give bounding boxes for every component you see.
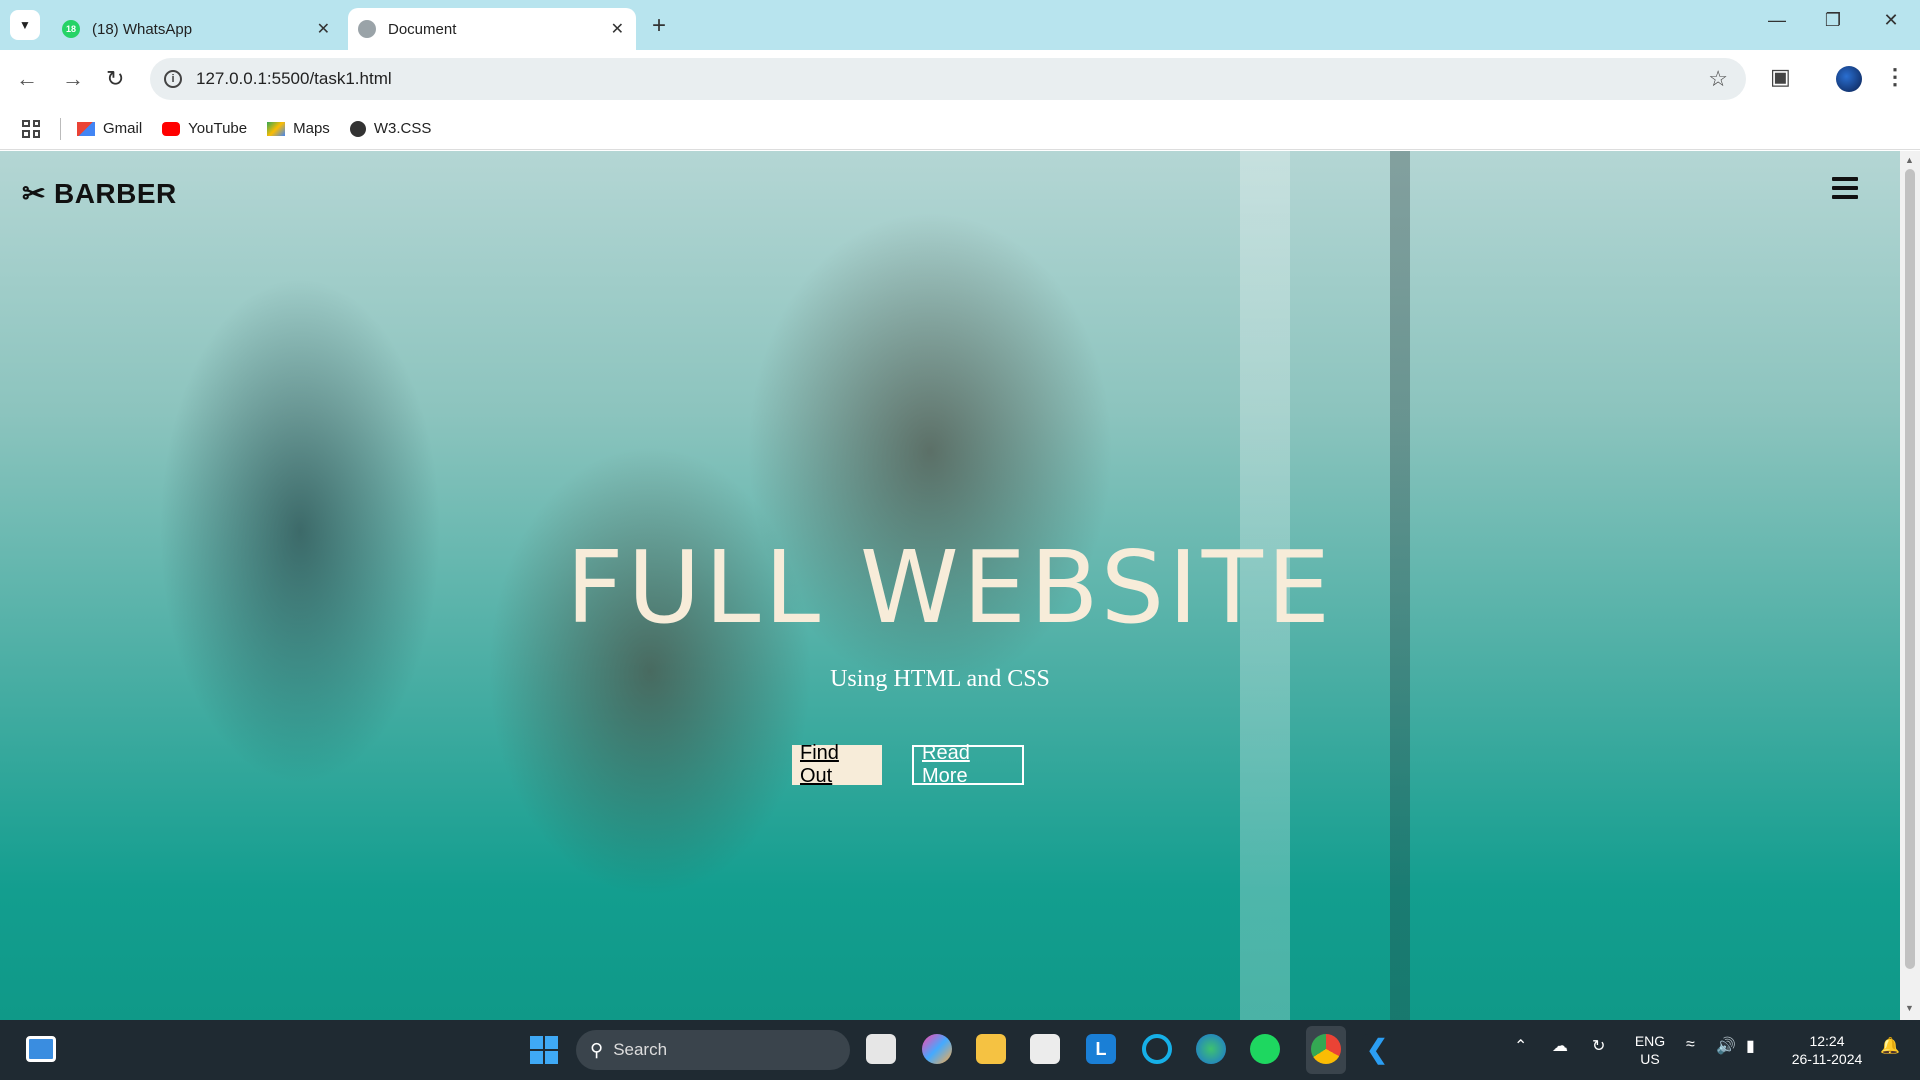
forward-icon[interactable]: →	[62, 66, 84, 92]
region-code: US	[1640, 1051, 1660, 1067]
language-indicator[interactable]: ENG US	[1630, 1032, 1670, 1068]
bookmark-gmail[interactable]: Gmail	[77, 120, 142, 137]
windows-taskbar: ⚲ Search L ❮ ⌃ ☁ ↻ ENG US ≈ 🔊 ▮ 12:24 26…	[0, 1020, 1920, 1080]
site-logo[interactable]: ✂ BARBER	[22, 177, 177, 210]
tab-whatsapp[interactable]: 18 (18) WhatsApp ✕	[52, 8, 342, 50]
clock[interactable]: 12:24 26-11-2024	[1782, 1032, 1872, 1068]
bookmarks-divider	[60, 117, 61, 140]
extensions-icon[interactable]: ▣	[1770, 64, 1791, 90]
copilot-icon[interactable]	[922, 1034, 952, 1064]
close-icon[interactable]: ✕	[317, 19, 330, 39]
chrome-icon[interactable]	[1311, 1034, 1341, 1064]
scroll-down-icon[interactable]: ▼	[1905, 1003, 1914, 1013]
l-app-icon[interactable]: L	[1086, 1034, 1116, 1064]
language-code: ENG	[1634, 1033, 1666, 1049]
url-text[interactable]: 127.0.0.1:5500/task1.html	[196, 69, 392, 89]
hero-title: FULL WEBSITE	[565, 529, 1335, 646]
search-icon: ⚲	[590, 1039, 604, 1060]
page-viewport: ✂ BARBER FULL WEBSITE Using HTML and CSS…	[0, 151, 1900, 1020]
microsoft-store-icon[interactable]	[1030, 1034, 1060, 1064]
reload-icon[interactable]: ↻	[106, 66, 124, 92]
window-close-icon[interactable]: ✕	[1866, 10, 1916, 31]
alexa-icon[interactable]	[1142, 1034, 1172, 1064]
tab-title: (18) WhatsApp	[92, 20, 193, 38]
gmail-icon	[77, 121, 95, 136]
read-more-button[interactable]: Read More	[912, 742, 1024, 787]
hamburger-menu-icon[interactable]	[1832, 177, 1858, 204]
address-bar[interactable]: i 127.0.0.1:5500/task1.html ☆	[150, 58, 1746, 100]
maps-icon	[267, 121, 286, 136]
tab-strip: ▼ 18 (18) WhatsApp ✕ Document ✕ + — ❐ ✕	[0, 0, 1920, 50]
windows-start-icon[interactable]	[530, 1036, 558, 1064]
bookmark-label: W3.CSS	[373, 120, 432, 137]
chevron-up-icon[interactable]: ⌃	[1514, 1036, 1527, 1056]
taskbar-search[interactable]: ⚲ Search	[576, 1030, 850, 1070]
page-scrollbar[interactable]: ▲ ▼	[1900, 151, 1920, 1020]
onedrive-error-icon[interactable]: ☁	[1552, 1036, 1568, 1056]
browser-toolbar: ← → ↻ i 127.0.0.1:5500/task1.html ☆ ▣ ⋮	[0, 50, 1920, 108]
new-tab-icon[interactable]: +	[652, 12, 666, 40]
bookmark-label: Gmail	[103, 120, 143, 137]
bookmark-star-icon[interactable]: ☆	[1708, 66, 1728, 92]
bookmark-w3css[interactable]: W3.CSS	[349, 120, 432, 137]
site-info-icon[interactable]: i	[164, 70, 182, 88]
widgets-icon[interactable]	[26, 1036, 56, 1062]
bookmark-youtube[interactable]: YouTube	[162, 120, 247, 137]
close-icon[interactable]: ✕	[611, 19, 624, 39]
scroll-up-icon[interactable]: ▲	[1905, 155, 1914, 165]
sync-icon[interactable]: ↻	[1592, 1036, 1605, 1056]
tab-document[interactable]: Document ✕	[348, 8, 636, 50]
globe-icon	[349, 120, 366, 137]
more-menu-icon[interactable]: ⋮	[1884, 64, 1906, 90]
tab-title: Document	[388, 20, 457, 38]
restore-icon[interactable]: ❐	[1808, 10, 1858, 31]
vscode-icon[interactable]: ❮	[1362, 1034, 1392, 1064]
hero-subtitle: Using HTML and CSS	[830, 666, 1050, 692]
notifications-icon[interactable]: 🔔	[1880, 1036, 1900, 1056]
chevron-down-icon: ▼	[19, 18, 31, 32]
file-explorer-icon[interactable]	[976, 1034, 1006, 1064]
back-icon[interactable]: ←	[16, 66, 38, 92]
battery-icon[interactable]: ▮	[1746, 1036, 1755, 1056]
minimize-icon[interactable]: —	[1752, 10, 1802, 31]
search-placeholder: Search	[613, 1040, 668, 1059]
scrollbar-thumb[interactable]	[1905, 169, 1915, 969]
clock-date: 26-11-2024	[1791, 1051, 1863, 1067]
logo-text: BARBER	[53, 177, 177, 209]
wifi-icon[interactable]: ≈	[1686, 1036, 1695, 1054]
apps-grid-icon[interactable]	[22, 119, 40, 138]
bookmarks-bar: Gmail YouTube Maps W3.CSS	[0, 108, 1920, 150]
scissors-icon: ✂	[22, 178, 46, 209]
spotify-icon[interactable]	[1250, 1034, 1280, 1064]
whatsapp-icon: 18	[62, 20, 80, 38]
tab-search-button[interactable]: ▼	[10, 10, 40, 40]
edge-icon[interactable]	[1196, 1034, 1226, 1064]
bookmark-maps[interactable]: Maps	[267, 120, 330, 137]
task-view-icon[interactable]	[866, 1034, 896, 1064]
find-out-button[interactable]: Find Out	[792, 742, 882, 787]
profile-avatar[interactable]	[1836, 66, 1862, 92]
globe-icon	[358, 20, 376, 38]
bookmark-label: Maps	[293, 120, 330, 137]
youtube-icon	[162, 121, 181, 136]
bookmark-label: YouTube	[188, 120, 248, 137]
clock-time: 12:24	[1809, 1033, 1845, 1049]
volume-icon[interactable]: 🔊	[1716, 1036, 1736, 1056]
